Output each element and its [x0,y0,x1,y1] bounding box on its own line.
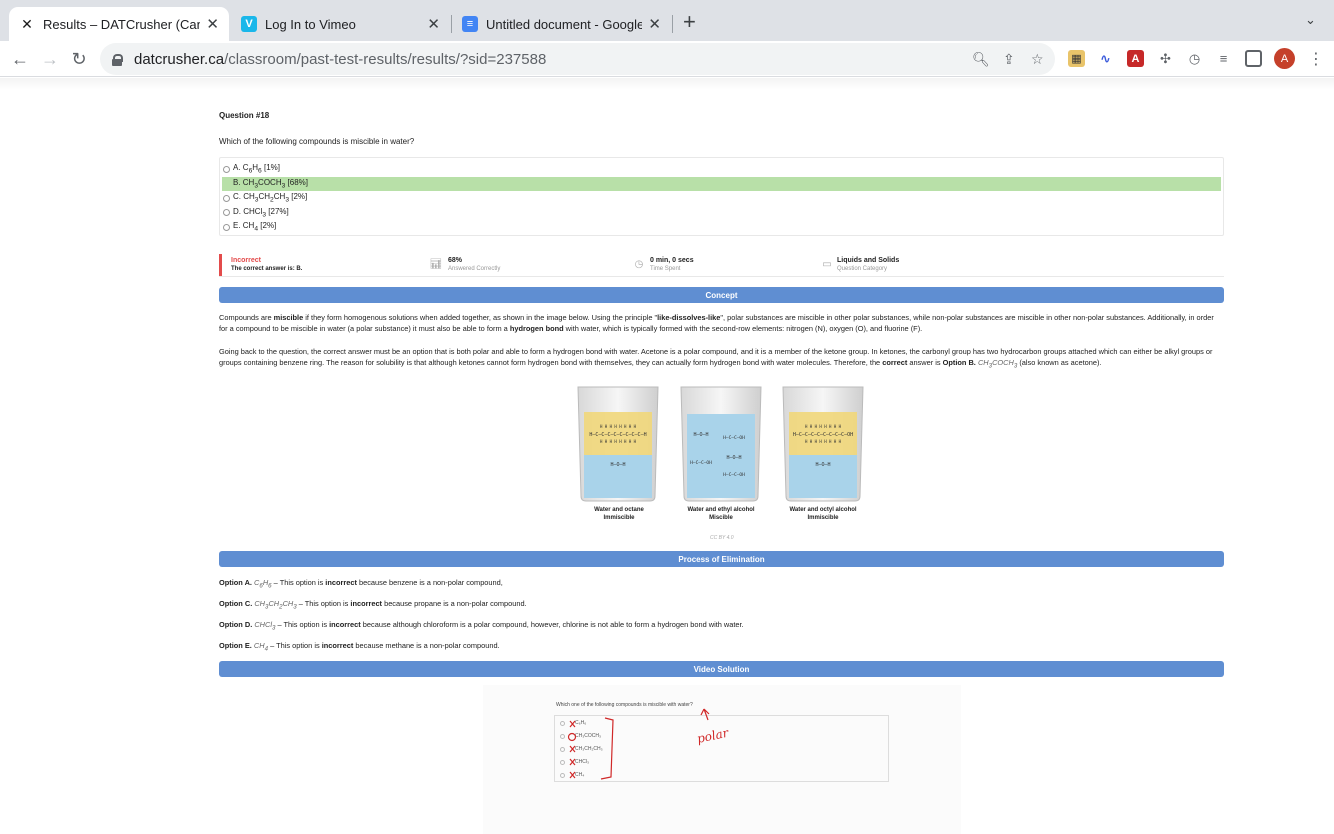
menu-kebab-icon[interactable]: ⋮ [1308,49,1324,69]
vimeo-icon: V [241,16,257,32]
calculator-extension-icon[interactable]: ▦ [1068,50,1085,67]
tab-datcrusher[interactable]: ✕ Results – DATCrusher (Canadia ✕ [9,7,229,41]
answer-choice-e[interactable]: E. CH4 [2%] [222,220,1221,235]
svg-text:H–C–C–C–C–C–C–C–C–H: H–C–C–C–C–C–C–C–C–H [589,432,646,438]
svg-text:H–C–C–OH: H–C–C–OH [723,435,745,441]
bookmark-star-icon[interactable]: ☆ [1031,51,1044,68]
caption-octane: Water and octane Immiscible [594,507,644,521]
close-tab-icon[interactable]: ✕ [648,15,661,33]
svg-text:H H H H H H H H: H H H H H H H H [600,424,637,429]
elimination-option-a: Option A. C6H6 – This option is incorrec… [219,578,503,590]
radio-button[interactable] [223,194,230,202]
bar-chart-icon: 📊︎ [429,258,443,270]
address-bar[interactable]: datcrusher.ca/classroom/past-test-result… [100,43,1055,75]
media-controls-icon[interactable]: ≡ [1215,50,1232,67]
side-panel-icon[interactable] [1245,50,1262,67]
answer-choice-a[interactable]: A. C6H6 [1%] [222,162,1221,177]
tab-title: Results – DATCrusher (Canadia [43,16,201,32]
answer-choice-d[interactable]: D. CHCl3 [27%] [222,206,1221,221]
radio-button[interactable] [223,165,230,173]
share-icon[interactable]: ⇪ [1003,51,1015,68]
concept-paragraph-2: Going back to the question, the correct … [219,347,1213,370]
tab-title: Log In to Vimeo [265,16,356,32]
browser-toolbar: ← → ↻ datcrusher.ca/classroom/past-test-… [0,41,1334,77]
new-tab-icon[interactable]: + [683,9,696,35]
elimination-banner: Process of Elimination [219,551,1224,567]
question-number: Question #18 [219,111,270,120]
url-path: /classroom/past-test-results/results/?si… [224,50,547,68]
percent-correct-stat: 68% Answered Correctly [448,257,501,272]
puzzle-extensions-icon[interactable]: ✣ [1157,50,1174,67]
video-player[interactable]: Which one of the following compounds is … [483,685,961,834]
svg-text:H–C–C–OH: H–C–C–OH [723,472,745,478]
result-status: Incorrect The correct answer is: B. [231,257,303,272]
caption-octyl-alcohol: Water and octyl alcohol Immiscible [789,507,857,521]
datcrusher-icon: ✕ [19,16,35,32]
answer-choice-label: D. CHCl3 [27%] [233,206,289,219]
answer-choice-label: A. C6H6 [1%] [233,163,280,176]
radio-button[interactable] [223,223,230,231]
lock-icon [112,53,123,66]
performance-icon[interactable]: ◷ [1186,50,1203,67]
svg-text:H–O–H: H–O–H [610,462,625,468]
answer-choice-label: B. CH3COCH3 [68%] [233,177,308,190]
question-text: Which of the following compounds is misc… [219,137,415,146]
zoom-icon[interactable]: 🔍︎ [972,51,990,68]
caption-ethyl-alcohol: Water and ethyl alcohol Miscible [687,507,755,521]
pdf-extension-icon[interactable]: A [1127,50,1144,67]
time-spent-stat: 0 min, 0 secs Time Spent [650,257,694,272]
clock-icon: ◷ [634,258,644,270]
category-stat: Liquids and Solids Question Category [837,257,900,272]
svg-text:H–C–C–C–C–C–C–C–C–OH: H–C–C–C–C–C–C–C–C–OH [793,432,853,438]
wave-extension-icon[interactable]: ∿ [1097,50,1114,67]
result-summary: Incorrect The correct answer is: B. 📊︎ 6… [219,254,1224,277]
answer-choice-b[interactable]: B. CH3COCH3 [68%] [222,176,1221,191]
forward-arrow-icon[interactable]: → [38,47,62,71]
elimination-option-c: Option C. CH3CH2CH3 – This option is inc… [219,599,527,611]
close-tab-icon[interactable]: ✕ [427,15,440,33]
concept-paragraph-1: Compounds are miscible if they form homo… [219,313,1214,333]
radio-button[interactable] [223,209,230,217]
handwriting-annotations: polar [567,708,731,780]
tab-strip: ✕ Results – DATCrusher (Canadia ✕ V Log … [0,0,1334,41]
profile-avatar[interactable]: A [1274,48,1295,69]
image-credit: CC BY 4.0 [710,535,734,541]
reload-icon[interactable]: ↻ [67,47,91,71]
svg-text:H H H H H H H H: H H H H H H H H [805,439,842,444]
back-arrow-icon[interactable]: ← [8,47,32,71]
beaker-ethyl-alcohol: H–O–H H–C–C–OH H–C–C–OH H–O–H H–C–C–OH [680,386,762,502]
page-content: Question #18 Which of the following comp… [0,78,1334,834]
answer-choice-label: C. CH3CH2CH3 [2%] [233,192,308,205]
concept-banner: Concept [219,287,1224,303]
svg-text:H–O–H: H–O–H [815,462,830,468]
tab-divider [672,15,673,33]
answer-choices: A. C6H6 [1%] B. CH3COCH3 [68%] C. CH3CH2CH… [219,157,1224,236]
svg-text:H–O–H: H–O–H [693,432,708,438]
svg-text:H H H H H H H H: H H H H H H H H [805,424,842,429]
url-host: datcrusher.ca [134,50,225,68]
tab-google-docs[interactable]: ≡ Untitled document - Google Do ✕ [452,7,671,41]
elimination-option-d: Option D. CHCl3 – This option is incorre… [219,620,744,632]
close-tab-icon[interactable]: ✕ [206,15,219,33]
elimination-option-e: Option E. CH4 – This option is incorrect… [219,641,500,653]
tab-title: Untitled document - Google Do [486,16,643,32]
tab-vimeo[interactable]: V Log In to Vimeo ✕ [231,7,450,41]
chevron-down-icon[interactable]: ⌄ [1305,12,1316,28]
svg-text:H–O–H: H–O–H [726,455,741,461]
google-docs-icon: ≡ [462,16,478,32]
answer-choice-label: E. CH4 [2%] [233,221,277,234]
beaker-octane: H–C–C–C–C–C–C–C–C–H H H H H H H H H H H … [577,386,659,502]
svg-text:H–C–C–OH: H–C–C–OH [690,460,712,466]
incorrect-indicator [219,254,222,276]
answer-choice-c[interactable]: C. CH3CH2CH3 [2%] [222,191,1221,206]
svg-text:polar: polar [696,725,731,746]
beaker-octyl-alcohol: H H H H H H H H H–C–C–C–C–C–C–C–C–OH H H… [782,386,864,502]
video-solution-banner: Video Solution [219,661,1224,677]
calendar-icon: ▭ [822,258,832,270]
svg-text:H H H H H H H H: H H H H H H H H [600,439,637,444]
